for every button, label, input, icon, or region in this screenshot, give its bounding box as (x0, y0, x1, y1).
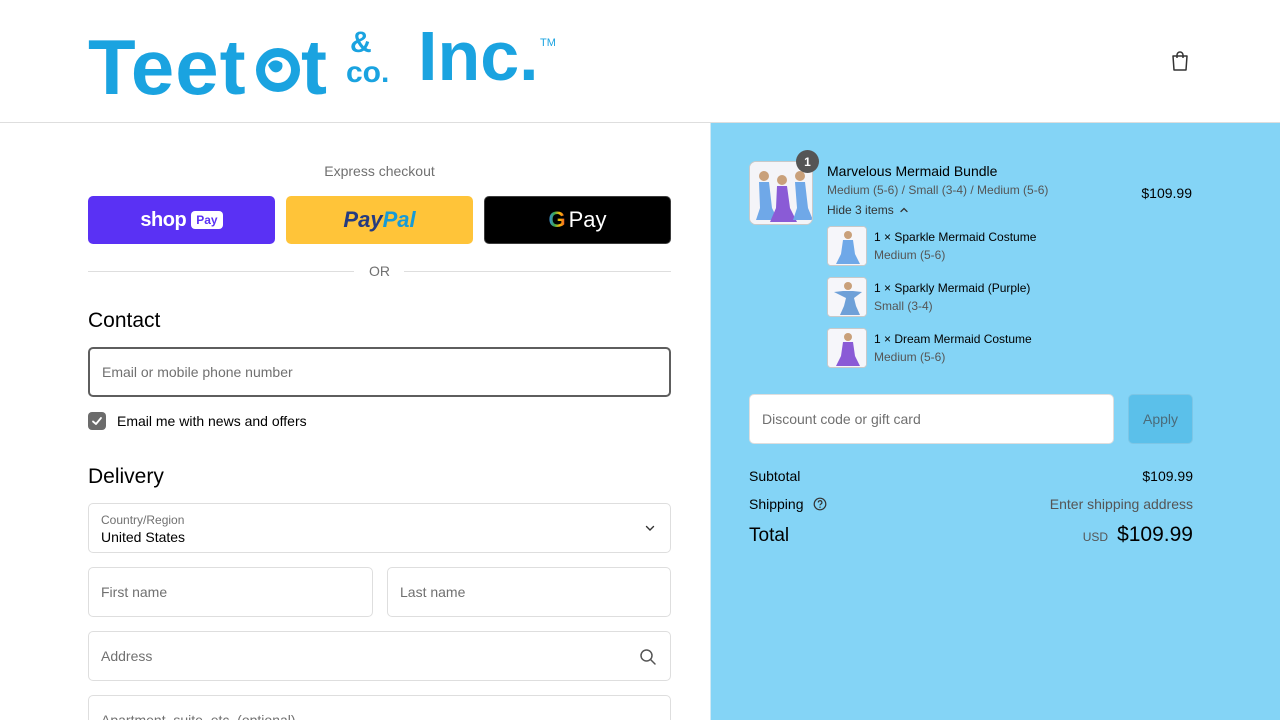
checkout-form: Express checkout shop Pay Pay Pal G Pay O… (0, 123, 710, 720)
google-g-icon: G (548, 207, 566, 232)
shipping-row: Shipping Enter shipping address (749, 496, 1193, 512)
product-variants: Medium (5-6) / Small (3-4) / Medium (5-6… (827, 183, 1049, 197)
newsletter-row[interactable]: Email me with news and offers (88, 411, 307, 431)
help-circle-icon[interactable] (813, 497, 827, 511)
subtotal-label: Subtotal (749, 468, 801, 484)
bundle-item-variant: Small (3-4) (874, 299, 933, 313)
subtotal-value: $109.99 (1142, 468, 1193, 484)
order-summary: 1 Marvelous Mermaid Bundle Medium (5-6) … (710, 123, 1280, 720)
shipping-value: Enter shipping address (1049, 496, 1193, 512)
country-value: United States (101, 529, 186, 545)
bundle-item-name: 1 × Sparkly Mermaid (Purple) (874, 281, 1031, 295)
shipping-label: Shipping (749, 496, 804, 512)
address-input[interactable] (89, 632, 670, 680)
newsletter-label: Email me with news and offers (117, 413, 307, 429)
bundle-item-variant: Medium (5-6) (874, 350, 946, 364)
total-value: $109.99 (1117, 523, 1193, 546)
svg-text:co.: co. (346, 56, 389, 89)
google-pay-button[interactable]: G Pay (484, 196, 671, 244)
delivery-title: Delivery (88, 465, 164, 488)
apartment-input[interactable] (89, 696, 670, 720)
first-name-field[interactable] (88, 567, 373, 617)
bundle-item: 1 × Sparkle Mermaid Costume Medium (5-6) (827, 226, 1187, 266)
bundle-item-name: 1 × Dream Mermaid Costume (874, 332, 1032, 346)
subtotal-row: Subtotal $109.99 (749, 468, 1193, 484)
discount-field[interactable] (749, 394, 1114, 444)
bundle-item: 1 × Sparkly Mermaid (Purple) Small (3-4) (827, 277, 1187, 317)
bundle-item-variant: Medium (5-6) (874, 248, 946, 262)
paypal-wordmark-2: Pal (382, 207, 416, 232)
product-name: Marvelous Mermaid Bundle (827, 163, 998, 179)
svg-text:TM: TM (540, 37, 556, 49)
first-name-input[interactable] (89, 568, 372, 616)
bundle-item-image (827, 328, 867, 368)
apply-button[interactable]: Apply (1128, 394, 1193, 444)
header: Teet t & co. Inc. TM (0, 0, 1280, 123)
currency-code: USD (1082, 530, 1109, 544)
svg-text:t: t (301, 23, 327, 108)
shopping-bag-icon[interactable] (1168, 49, 1192, 73)
country-select[interactable]: Country/Region United States (88, 503, 671, 553)
express-checkout-label: Express checkout (324, 163, 435, 179)
svg-text:Teet: Teet (88, 23, 247, 108)
address-field[interactable] (88, 631, 671, 681)
last-name-input[interactable] (388, 568, 670, 616)
svg-text:&: & (350, 26, 372, 59)
or-text: OR (369, 263, 390, 279)
chevron-up-icon (900, 207, 908, 213)
product-price: $109.99 (1141, 185, 1192, 201)
teetot-logo[interactable]: Teet t & co. Inc. TM (88, 18, 568, 108)
total-label: Total (749, 525, 790, 546)
hide-items-toggle[interactable]: Hide 3 items (827, 203, 909, 217)
newsletter-checkbox[interactable] (88, 412, 106, 430)
google-pay-text: Pay (568, 207, 607, 232)
sparkly-mermaid-purple-image (828, 278, 866, 316)
quantity-badge: 1 (796, 150, 819, 173)
total-value-group: USD $109.99 (1083, 523, 1193, 547)
contact-title: Contact (88, 309, 161, 332)
bundle-item: 1 × Dream Mermaid Costume Medium (5-6) (827, 328, 1187, 368)
search-icon (640, 649, 656, 665)
chevron-down-icon (645, 525, 655, 531)
paypal-button[interactable]: Pay Pal (286, 196, 473, 244)
or-divider: OR (88, 261, 671, 281)
shop-pay-badge: Pay (191, 211, 223, 229)
shop-pay-wordmark: shop (140, 208, 187, 231)
paypal-wordmark-1: Pay (343, 207, 383, 232)
country-label: Country/Region (101, 513, 185, 527)
discount-input[interactable] (750, 395, 1113, 443)
svg-text:Inc.: Inc. (418, 18, 539, 95)
last-name-field[interactable] (387, 567, 671, 617)
total-row: Total USD $109.99 (749, 523, 1193, 547)
email-input[interactable] (90, 349, 669, 395)
bundle-item-image (827, 277, 867, 317)
shop-pay-button[interactable]: shop Pay (88, 196, 275, 244)
email-field[interactable] (88, 347, 671, 397)
sparkle-mermaid-image (828, 227, 866, 265)
bundle-item-image (827, 226, 867, 266)
hide-items-label: Hide 3 items (827, 203, 894, 217)
check-icon (92, 417, 102, 425)
bundle-item-name: 1 × Sparkle Mermaid Costume (874, 230, 1037, 244)
dream-mermaid-image (828, 329, 866, 367)
apartment-field[interactable] (88, 695, 671, 720)
